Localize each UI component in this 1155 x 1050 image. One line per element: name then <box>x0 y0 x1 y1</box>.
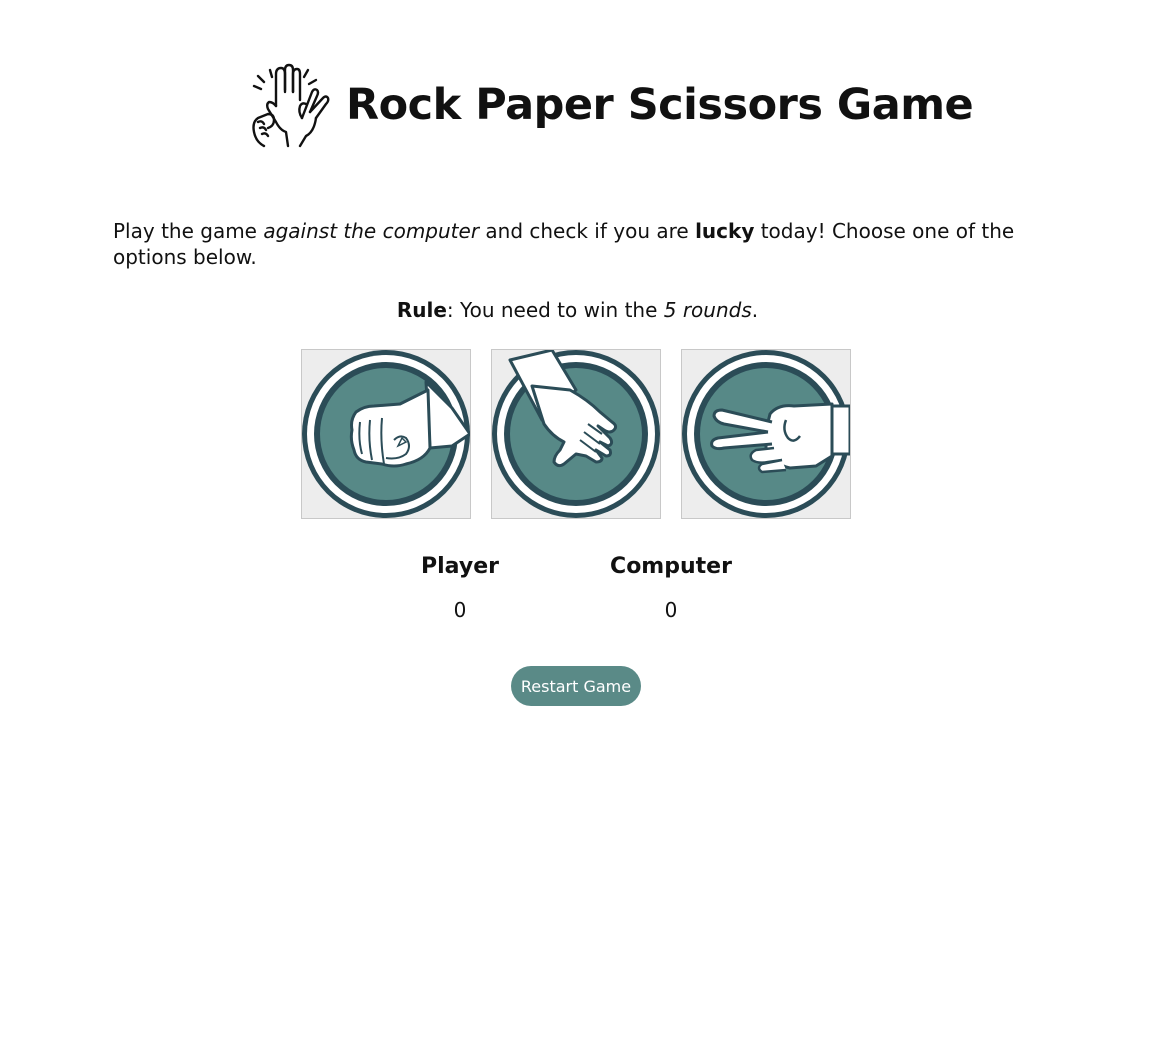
intro-part2: and check if you are <box>479 219 696 243</box>
page-title: Rock Paper Scissors Game <box>346 80 974 130</box>
scissors-button[interactable] <box>681 349 851 519</box>
computer-score: 0 <box>664 598 678 622</box>
rule-end: . <box>751 298 759 322</box>
rock-fist-icon <box>302 350 470 518</box>
intro-strong: lucky <box>695 219 755 243</box>
intro-part1: Play the game <box>113 219 264 243</box>
rock-button[interactable] <box>301 349 471 519</box>
game-page: Rock Paper Scissors Game Play the game a… <box>0 0 1155 1050</box>
scissors-hand-icon <box>682 350 850 518</box>
page-header: Rock Paper Scissors Game <box>246 62 974 148</box>
intro-text: Play the game against the computer and c… <box>113 218 1033 270</box>
player-score: 0 <box>453 598 467 622</box>
restart-game-button[interactable]: Restart Game <box>511 666 641 706</box>
hands-gesture-icon <box>252 63 330 148</box>
player-score-panel: Player 0 <box>360 550 560 622</box>
rule-label: Rule <box>396 298 447 322</box>
choice-buttons <box>301 349 851 519</box>
computer-score-panel: Computer 0 <box>571 550 771 622</box>
intro-emphasis: against the computer <box>263 219 480 243</box>
player-label: Player <box>421 554 499 579</box>
paper-hand-icon <box>492 350 660 518</box>
rule-rounds: 5 rounds <box>663 298 752 322</box>
rule-text: Rule: You need to win the 5 rounds. <box>0 297 1155 323</box>
paper-button[interactable] <box>491 349 661 519</box>
rule-body: : You need to win the <box>446 298 664 322</box>
computer-label: Computer <box>610 554 732 579</box>
